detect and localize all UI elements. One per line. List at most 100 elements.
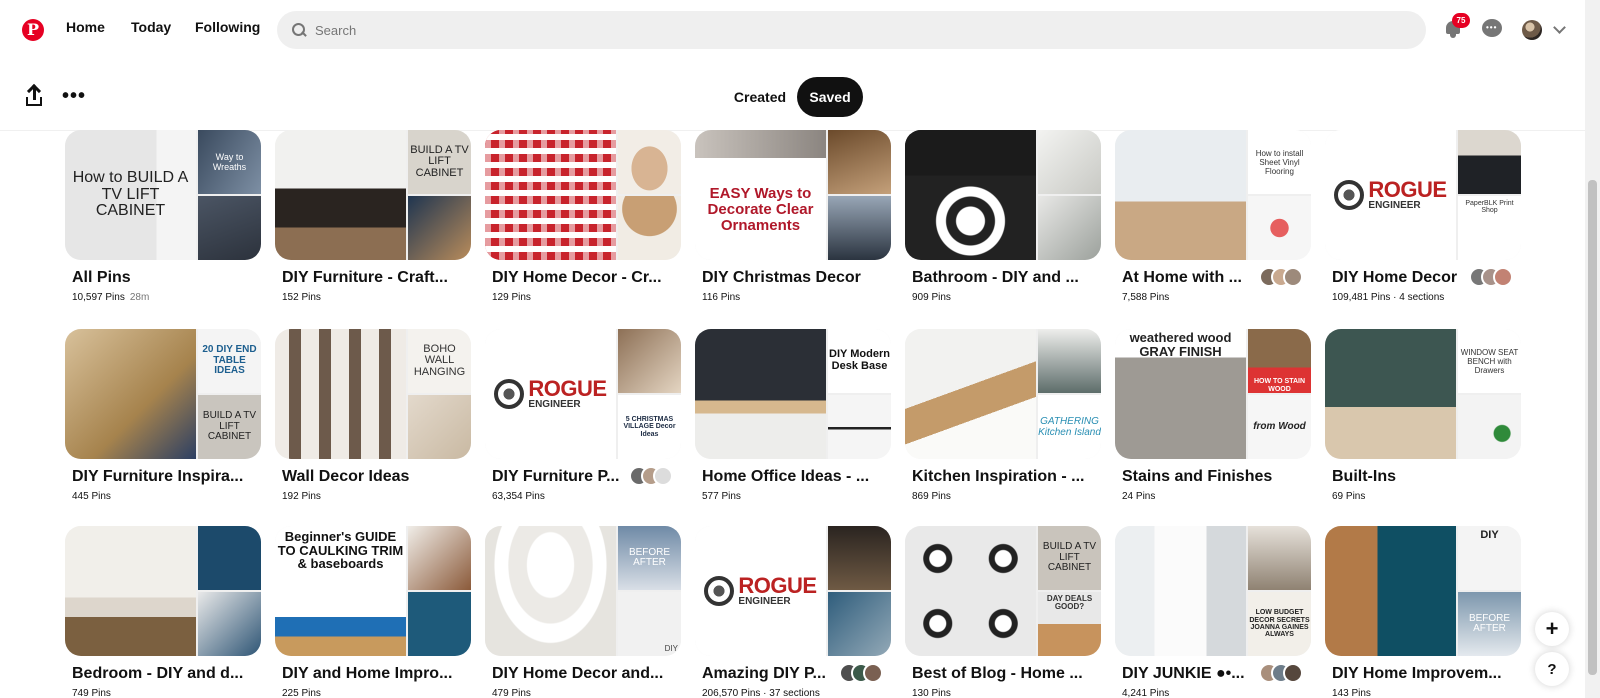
- cover-text: DAY DEALS GOOD?: [1038, 592, 1101, 656]
- board-card[interactable]: BEFORE AFTER DIY DIY Home Decor and... 4…: [485, 526, 681, 698]
- board-card[interactable]: How to install Sheet Vinyl Flooring At H…: [1115, 130, 1311, 303]
- cover-text: BOHO WALL HANGING: [408, 329, 471, 393]
- help-button[interactable]: ?: [1535, 652, 1569, 686]
- board-title: DIY and Home Impro...: [282, 665, 453, 682]
- cover-text: DIY: [1458, 526, 1521, 590]
- board-card[interactable]: EASY Ways to Decorate Clear Ornaments DI…: [695, 130, 891, 303]
- board-card[interactable]: DIY BEFORE AFTER DIY Home Improvem... 14…: [1325, 526, 1521, 698]
- search-icon: [291, 22, 307, 38]
- board-card[interactable]: WINDOW SEAT BENCH with Drawers Built-Ins…: [1325, 329, 1521, 502]
- board-pin-count: 143 Pins: [1332, 688, 1371, 698]
- avatar[interactable]: [1522, 20, 1542, 40]
- board-pin-count: 225 Pins: [282, 688, 321, 698]
- board-title: Bedroom - DIY and d...: [72, 665, 244, 682]
- board-title: Kitchen Inspiration - ...: [912, 468, 1085, 485]
- board-pin-count: 445 Pins: [72, 491, 111, 502]
- board-cover: DIY Modern Desk Base: [695, 329, 891, 459]
- messages-icon[interactable]: •••: [1482, 19, 1504, 39]
- board-title: DIY Home Decor and...: [492, 665, 664, 682]
- cover-text: BUILD A TV LIFT CABINET: [1038, 526, 1101, 590]
- tab-created[interactable]: Created: [727, 77, 793, 117]
- board-pin-count: 129 Pins: [492, 292, 531, 303]
- board-pin-count: 152 Pins: [282, 292, 321, 303]
- board-cover: ROGUE ENGINEER PaperBLK Print Shop: [1325, 130, 1521, 260]
- cover-text: WINDOW SEAT BENCH with Drawers: [1458, 329, 1521, 393]
- cover-text: Beginner's GUIDE TO CAULKING TRIM & base…: [275, 526, 406, 656]
- board-card[interactable]: BUILD A TV LIFT CABINET DAY DEALS GOOD? …: [905, 526, 1101, 698]
- notification-count-badge: 75: [1452, 13, 1470, 28]
- board-card[interactable]: How to BUILD A TV LIFT CABINET Way to Wr…: [65, 130, 261, 303]
- top-navigation-bar: P Home Today Following 75 •••: [0, 0, 1585, 62]
- board-cover: [485, 130, 681, 260]
- pinterest-logo-icon[interactable]: P: [22, 19, 44, 41]
- board-card[interactable]: Bedroom - DIY and d... 749 Pins: [65, 526, 261, 698]
- nav-following[interactable]: Following: [195, 19, 260, 35]
- scrollbar-thumb[interactable]: [1588, 180, 1597, 675]
- board-card[interactable]: ROGUE ENGINEER Amazing DIY P... 206,570 P…: [695, 526, 891, 698]
- board-card[interactable]: ROGUE ENGINEER 5 CHRISTMAS VILLAGE Decor …: [485, 329, 681, 502]
- chevron-down-icon[interactable]: [1553, 21, 1566, 34]
- board-pin-count: 909 Pins: [912, 292, 951, 303]
- board-title: DIY Home Decor: [1332, 269, 1458, 286]
- rogue-engineer-logo: ROGUE ENGINEER: [485, 329, 616, 459]
- cover-text: How to install Sheet Vinyl Flooring: [1248, 130, 1311, 194]
- cover-text: HOW TO STAIN WOOD: [1248, 329, 1311, 393]
- board-pin-count: 4,241 Pins: [1122, 688, 1170, 698]
- board-cover: BEFORE AFTER DIY: [485, 526, 681, 656]
- board-pin-count: 192 Pins: [282, 491, 321, 502]
- board-title: DIY Furniture Inspira...: [72, 468, 244, 485]
- board-title: Best of Blog - Home ...: [912, 665, 1083, 682]
- board-cover: BOHO WALL HANGING: [275, 329, 471, 459]
- rogue-engineer-logo: ROGUE ENGINEER: [1325, 130, 1456, 260]
- board-card[interactable]: Bathroom - DIY and ... 909 Pins: [905, 130, 1101, 303]
- board-pin-count: 749 Pins: [72, 688, 111, 698]
- board-pin-count: 24 Pins: [1122, 491, 1156, 502]
- board-collaborators: [839, 663, 883, 683]
- board-title: All Pins: [72, 269, 131, 286]
- tab-saved[interactable]: Saved: [797, 77, 863, 117]
- cover-text: 20 DIY END TABLE IDEAS: [198, 329, 261, 393]
- board-title: Amazing DIY P...: [702, 665, 826, 682]
- board-title: Bathroom - DIY and ...: [912, 269, 1079, 286]
- create-button[interactable]: +: [1535, 612, 1569, 646]
- board-card[interactable]: BUILD A TV LIFT CABINET DIY Furniture - …: [275, 130, 471, 303]
- cover-text: BEFORE AFTER: [618, 526, 681, 590]
- nav-today[interactable]: Today: [131, 19, 171, 35]
- board-card[interactable]: Beginner's GUIDE TO CAULKING TRIM & base…: [275, 526, 471, 698]
- board-card[interactable]: GATHERING Kitchen Island Kitchen Inspira…: [905, 329, 1101, 502]
- board-title: Home Office Ideas - ...: [702, 468, 870, 485]
- search-input[interactable]: [315, 22, 1215, 38]
- cover-text: LOW BUDGET DECOR SECRETS JOANNA GAINES A…: [1248, 592, 1311, 656]
- board-card[interactable]: 20 DIY END TABLE IDEAS BUILD A TV LIFT C…: [65, 329, 261, 502]
- board-collaborators: [629, 466, 673, 486]
- search-bar[interactable]: [277, 11, 1426, 49]
- board-cover: How to install Sheet Vinyl Flooring: [1115, 130, 1311, 260]
- board-cover: Beginner's GUIDE TO CAULKING TRIM & base…: [275, 526, 471, 656]
- board-card[interactable]: LOW BUDGET DECOR SECRETS JOANNA GAINES A…: [1115, 526, 1311, 698]
- board-pin-count: 869 Pins: [912, 491, 951, 502]
- board-card[interactable]: BOHO WALL HANGING Wall Decor Ideas 192 P…: [275, 329, 471, 502]
- board-pin-count: 69 Pins: [1332, 491, 1366, 502]
- board-cover: LOW BUDGET DECOR SECRETS JOANNA GAINES A…: [1115, 526, 1311, 656]
- board-title: Stains and Finishes: [1122, 468, 1273, 485]
- board-card[interactable]: DIY Home Decor - Cr... 129 Pins: [485, 130, 681, 303]
- more-options-icon[interactable]: •••: [62, 86, 86, 106]
- board-cover: ROGUE ENGINEER 5 CHRISTMAS VILLAGE Decor …: [485, 329, 681, 459]
- board-card[interactable]: weathered wood GRAY FINISH HOW TO STAIN …: [1115, 329, 1311, 502]
- board-cover: GATHERING Kitchen Island: [905, 329, 1101, 459]
- board-pin-count: 7,588 Pins: [1122, 292, 1170, 303]
- board-cover: ROGUE ENGINEER: [695, 526, 891, 656]
- board-cover: WINDOW SEAT BENCH with Drawers: [1325, 329, 1521, 459]
- board-cover: [905, 130, 1101, 260]
- board-cover: BUILD A TV LIFT CABINET: [275, 130, 471, 260]
- board-pin-count: 116 Pins: [702, 292, 741, 303]
- board-cover: How to BUILD A TV LIFT CABINET Way to Wr…: [65, 130, 261, 260]
- share-icon[interactable]: [25, 83, 43, 106]
- board-card[interactable]: ROGUE ENGINEER PaperBLK Print Shop DIY Ho…: [1325, 130, 1521, 303]
- board-pin-count: 63,354 Pins: [492, 491, 545, 502]
- board-collaborators: [1259, 663, 1303, 683]
- cover-text: EASY Ways to Decorate Clear Ornaments: [707, 185, 814, 234]
- board-card[interactable]: DIY Modern Desk Base Home Office Ideas -…: [695, 329, 891, 502]
- board-pin-count: 206,570 Pins · 37 sections: [702, 688, 820, 698]
- nav-home[interactable]: Home: [66, 19, 105, 35]
